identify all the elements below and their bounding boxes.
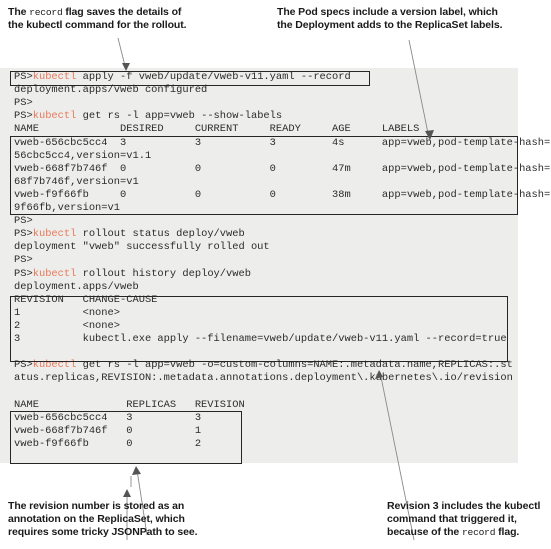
shell-prompt: PS> <box>14 215 33 228</box>
command-text: atus.replicas,REVISION:.metadata.annotat… <box>14 372 513 385</box>
caption-bottom-left-line1: The revision number is stored as an <box>8 500 185 512</box>
command-text: vweb-f9f66fb 0 2 <box>14 437 202 450</box>
terminal-line: PS>kubectl rollout status deploy/vweb <box>14 228 245 241</box>
caption-top-left-line1-b: flag saves the details of <box>62 6 182 18</box>
caption-bottom-right-line1: Revision 3 includes the kubectl <box>387 500 541 512</box>
caption-top-left-line1-mono: record <box>29 7 63 18</box>
command-text: get rs -l app=vweb -o=custom-columns=NAM… <box>76 359 513 372</box>
terminal-line: 2 <none> <box>14 320 120 333</box>
caption-top-left-line1-a: The <box>8 6 30 18</box>
command-text: get rs -l app=vweb --show-labels <box>76 110 283 123</box>
command-text: vweb-668f7b746f 0 0 0 47m app=vweb,pod-t… <box>14 162 551 175</box>
terminal-line: PS> <box>14 97 33 110</box>
terminal-line: deployment.apps/vweb <box>14 281 139 294</box>
command-text: deployment.apps/vweb <box>14 280 139 293</box>
command-name: kubectl <box>32 228 77 241</box>
terminal-line: vweb-f9f66fb 0 2 <box>14 438 201 451</box>
terminal-line: 56cbc5cc4,version=v1.1 <box>14 150 151 163</box>
command-name: kubectl <box>32 71 77 83</box>
terminal-line: vweb-656cbc5cc4 3 3 <box>14 412 201 425</box>
caption-bottom-left: The revision number is stored as an anno… <box>8 500 258 540</box>
terminal-line: PS>kubectl apply -f vweb/update/vweb-v11… <box>14 71 351 84</box>
terminal-line: atus.replicas,REVISION:.metadata.annotat… <box>14 372 513 385</box>
terminal-line: PS> <box>14 215 33 228</box>
caption-bottom-right-line2: command that triggered it, <box>387 513 517 526</box>
command-text: vweb-668f7b746f 0 1 <box>14 424 202 437</box>
terminal-line: vweb-656cbc5cc4 3 3 3 4s app=vweb,pod-te… <box>14 137 551 150</box>
terminal-line: 1 <none> <box>14 307 120 320</box>
shell-prompt: PS> <box>14 267 33 280</box>
terminal-line: NAME REPLICAS REVISION <box>14 399 245 412</box>
caption-bottom-right-line3-a: because of the <box>387 526 462 539</box>
terminal-line: NAME DESIRED CURRENT READY AGE LABELS <box>14 123 419 136</box>
caption-bottom-right-line3-mono: record <box>461 527 496 539</box>
arrowhead-revision-col <box>132 466 141 475</box>
caption-bottom-left-line3: requires some tricky JSONPath to see. <box>8 526 198 539</box>
command-text: 56cbc5cc4,version=v1.1 <box>14 149 152 162</box>
command-text: deployment.apps/vweb configured <box>14 84 208 97</box>
caption-top-left: The record flag saves the details of the… <box>8 6 258 32</box>
command-text: vweb-f9f66fb 0 0 0 38m app=vweb,pod-temp… <box>14 188 551 201</box>
terminal-line: deployment.apps/vweb configured <box>14 84 207 97</box>
caption-top-right-line1: The Pod specs include a version label, w… <box>277 6 498 18</box>
shell-prompt: PS> <box>14 110 33 123</box>
command-text: vweb-656cbc5cc4 3 3 3 4s app=vweb,pod-te… <box>14 136 551 149</box>
terminal-line: 9f66fb,version=v1 <box>14 202 120 215</box>
command-text: NAME DESIRED CURRENT READY AGE LABELS <box>14 123 420 136</box>
command-name: kubectl <box>32 359 77 372</box>
command-text: 9f66fb,version=v1 <box>14 202 121 214</box>
command-text: deployment "vweb" successfully rolled ou… <box>14 241 270 254</box>
terminal-line: deployment "vweb" successfully rolled ou… <box>14 241 270 254</box>
command-name: kubectl <box>32 110 77 123</box>
terminal-line: PS>kubectl rollout history deploy/vweb <box>14 268 251 281</box>
command-text: vweb-656cbc5cc4 3 3 <box>14 411 202 424</box>
connector-top-left <box>117 37 127 71</box>
shell-prompt: PS> <box>14 71 33 83</box>
caption-bottom-right: Revision 3 includes the kubectl command … <box>387 500 551 540</box>
terminal-output-panel: PS>kubectl apply -f vweb/update/vweb-v11… <box>0 68 551 463</box>
shell-prompt: PS> <box>14 254 33 267</box>
terminal-line: PS>kubectl get rs -l app=vweb --show-lab… <box>14 110 282 123</box>
shell-prompt: PS> <box>14 359 33 372</box>
caption-bottom-right-line3-b: flag. <box>495 526 520 539</box>
command-text: NAME REPLICAS REVISION <box>14 398 245 411</box>
command-text: rollout status deploy/vweb <box>76 228 245 241</box>
caption-top-right-line2: the Deployment adds to the ReplicaSet la… <box>277 19 503 32</box>
command-name: kubectl <box>32 267 77 280</box>
terminal-line: vweb-668f7b746f 0 1 <box>14 425 201 438</box>
command-text: 2 <none> <box>14 319 121 332</box>
terminal-line: REVISION CHANGE-CAUSE <box>14 294 157 307</box>
shell-prompt: PS> <box>14 228 33 241</box>
command-text: 68f7b746f,version=v1 <box>14 175 139 188</box>
caption-bottom-left-line2: annotation on the ReplicaSet, which <box>8 513 185 526</box>
terminal-line: 68f7b746f,version=v1 <box>14 176 139 189</box>
caption-top-left-line2: the kubectl command for the rollout. <box>8 19 187 32</box>
command-text: 1 <none> <box>14 306 121 319</box>
caption-top-right: The Pod specs include a version label, w… <box>277 6 542 32</box>
terminal-line: 3 kubectl.exe apply --filename=vweb/upda… <box>14 333 507 346</box>
arrowhead-bottom-left <box>123 489 131 497</box>
terminal-line: PS>kubectl get rs -l app=vweb -o=custom-… <box>14 359 513 372</box>
command-text: REVISION CHANGE-CAUSE <box>14 293 158 306</box>
terminal-line: PS> <box>14 254 33 267</box>
command-text: apply -f vweb/update/vweb-v11.yaml --rec… <box>76 71 351 83</box>
command-text: rollout history deploy/vweb <box>76 267 251 280</box>
terminal-line: vweb-668f7b746f 0 0 0 47m app=vweb,pod-t… <box>14 163 551 176</box>
shell-prompt: PS> <box>14 97 33 110</box>
terminal-line: vweb-f9f66fb 0 0 0 38m app=vweb,pod-temp… <box>14 189 551 202</box>
command-text: 3 kubectl.exe apply --filename=vweb/upda… <box>14 333 507 345</box>
